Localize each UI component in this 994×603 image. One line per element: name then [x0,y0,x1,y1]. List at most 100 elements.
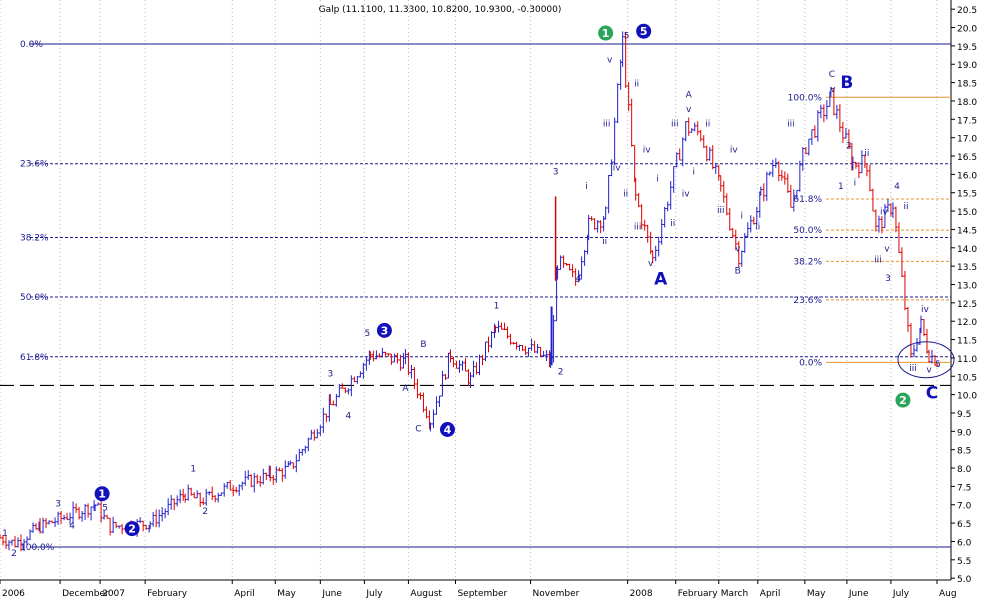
wave-label: iv [730,145,739,155]
wave-label: ii [864,149,869,159]
wave-label: v [607,55,613,65]
wave-label: 4 [69,522,75,532]
wave-label: 2 [202,507,208,517]
wave-label: 5 [624,32,630,42]
y-tick-label: 8.0 [957,465,972,475]
x-tick-label: November [533,589,580,599]
wave-label: v [830,85,836,95]
wave-circle-label: 4 [444,423,452,436]
fib-left-label: 50.0% [20,293,49,303]
y-tick-label: 18.5 [957,80,977,90]
wave-label: ii [623,189,628,199]
x-tick-label: 2008 [630,589,653,599]
wave-label: iv [921,305,930,315]
fib-left-label: 61.8% [20,353,49,363]
wave-label: iii [874,255,882,265]
x-tick-label: April [760,589,781,599]
y-tick-label: 9.0 [957,428,972,438]
y-tick-label: 14.0 [957,245,977,255]
wave-label: ii [705,120,710,130]
y-tick-label: 19.5 [957,43,977,53]
y-tick-label: 7.5 [957,483,971,493]
wave-label: B [735,266,741,276]
wave-label: 3 [553,167,559,177]
y-tick-label: 10.5 [957,373,977,383]
y-tick-label: 19.0 [957,61,977,71]
wave-label: iii [671,120,679,130]
wave-label: C [415,424,421,434]
y-tick-label: 12.0 [957,318,977,328]
wave-label: ii [670,219,675,229]
wave-label: 1 [494,301,500,311]
fib-right-label: 38.2% [793,257,822,267]
wave-label: v [686,105,692,115]
wave-label: v [884,244,890,254]
wave-circle-label: 1 [602,27,610,40]
y-tick-label: 12.5 [957,300,977,310]
wave-label: B [420,340,426,350]
wave-circle-label: 5 [640,25,648,38]
wave-label: 5 [935,360,941,370]
wave-label: ii [903,202,908,212]
wave-label: i [692,167,695,177]
y-tick-label: 7.0 [957,502,972,512]
x-tick-label: February [678,589,719,599]
wave-label: 1 [2,529,8,539]
y-tick-label: 6.5 [957,520,971,530]
wave-circle-label: 3 [381,324,389,337]
fib-right-label: 0.0% [799,358,822,368]
wave-label: v [926,366,932,376]
x-tick-label: March [721,589,748,599]
x-tick-label: July [892,589,910,599]
y-tick-label: 13.0 [957,281,977,291]
wave-label: 1 [190,465,196,475]
y-tick-label: 16.5 [957,153,977,163]
wave-label: i [585,182,588,192]
fib-right-label: 100.0% [788,93,823,103]
wave-label: v [648,259,654,269]
y-tick-label: 20.0 [957,25,977,35]
wave-label: 3 [55,500,61,510]
fib-left-label: 100.0% [20,543,55,553]
y-tick-label: 13.5 [957,263,977,273]
wave-label: A [686,90,693,100]
fib-left-label: 23.6% [20,160,49,170]
y-tick-label: 18.0 [957,98,977,108]
wave-label: iii [717,206,725,216]
x-tick-label: April [234,589,255,599]
wave-label: iii [634,222,642,232]
x-tick-label: 2006 [2,589,25,599]
wave-label: ii [755,222,760,232]
wave-label: ii [602,237,607,247]
y-tick-label: 11.0 [957,355,977,365]
wave-label: 2 [558,367,564,377]
wave-label: C [829,70,835,80]
y-tick-label: 9.5 [957,410,971,420]
fib-right-label: 50.0% [793,226,822,236]
wave-label: i [656,175,659,185]
x-tick-label: June [848,589,869,599]
chart-title: Galp (11.1100, 11.3300, 10.8200, 10.9300… [319,5,562,15]
wave-label: iv [880,208,889,218]
wave-label: iii [909,364,917,374]
y-tick-label: 5.5 [957,557,971,567]
fib-right-label: 23.6% [793,296,822,306]
y-tick-label: 15.5 [957,190,977,200]
y-tick-label: 16.0 [957,171,977,181]
x-tick-label: May [807,589,826,599]
wave-letter-large: A [654,269,668,289]
y-tick-label: 17.5 [957,116,977,126]
x-tick-label: September [457,589,507,599]
wave-label: i [741,211,744,221]
x-tick-label: May [277,589,296,599]
y-tick-label: 10.0 [957,392,977,402]
wave-label: 1 [838,182,844,192]
y-tick-label: 8.5 [957,447,971,457]
wave-letter-large: C [926,383,938,403]
fib-left-label: 38.2% [20,234,49,244]
y-tick-label: 5.0 [957,575,972,585]
wave-letter-large: B [840,73,853,93]
x-tick-label: June [321,589,342,599]
wave-label: iii [787,120,795,130]
wave-circle-label: 2 [899,394,907,407]
